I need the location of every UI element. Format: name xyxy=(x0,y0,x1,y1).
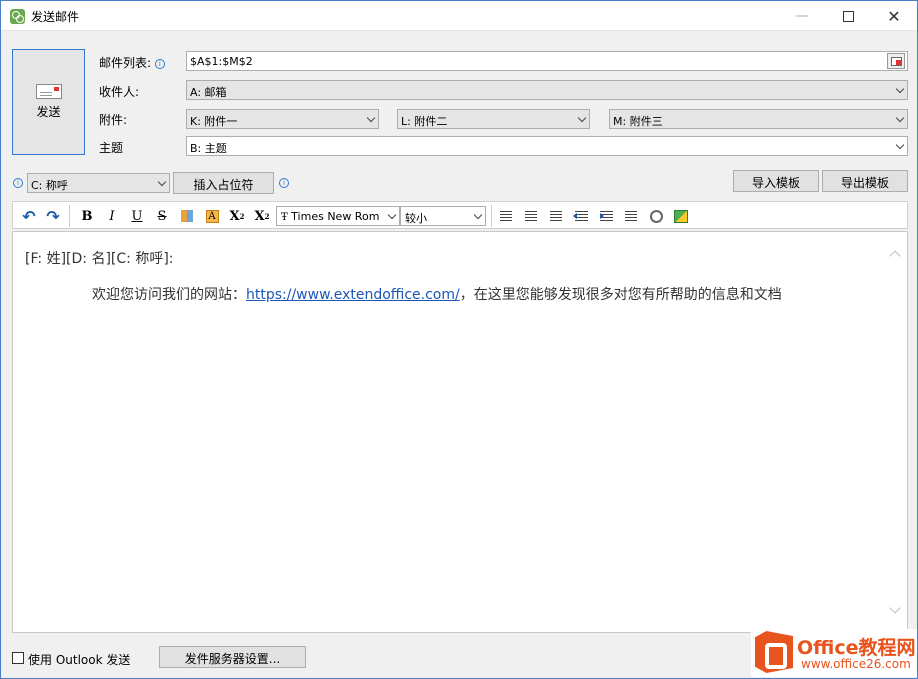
superscript-button[interactable]: X2 xyxy=(227,206,247,226)
recipient-value: A: 邮箱 xyxy=(190,86,227,99)
image-icon xyxy=(674,209,688,223)
font-name-value: Times New Rom xyxy=(291,210,380,223)
scroll-up-icon[interactable] xyxy=(889,250,901,262)
font-color-button[interactable]: A xyxy=(202,206,222,226)
greeting-line: [F: 姓][D: 名][C: 称呼]: xyxy=(25,251,174,267)
superscript-letter: X xyxy=(229,208,240,224)
use-outlook-label: 使用 Outlook 发送 xyxy=(28,653,131,667)
chevron-down-icon xyxy=(895,113,905,123)
minimize-icon[interactable]: — xyxy=(779,1,825,31)
mail-list-label: 邮件列表: i xyxy=(99,54,165,71)
maximize-icon[interactable] xyxy=(825,1,871,31)
website-link[interactable]: https://www.extendoffice.com/ xyxy=(246,287,460,303)
align-left-button[interactable] xyxy=(496,206,516,226)
italic-button[interactable]: I xyxy=(102,206,122,226)
import-template-button[interactable]: 导入模板 xyxy=(733,170,819,192)
line-spacing-icon xyxy=(625,211,637,221)
align-right-button[interactable] xyxy=(546,206,566,226)
outdent-icon xyxy=(572,211,588,221)
watermark: Office教程网 www.office26.com xyxy=(751,629,917,677)
undo-icon[interactable]: ↶ xyxy=(19,206,39,226)
mail-list-value: $A$1:$M$2 xyxy=(190,55,253,68)
body-line: 欢迎您访问我们的网站：https://www.extendoffice.com/… xyxy=(92,284,782,304)
align-center-icon xyxy=(525,211,537,221)
subscript-button[interactable]: X2 xyxy=(252,206,272,226)
body-text-prefix: 欢迎您访问我们的网站： xyxy=(92,287,246,303)
align-right-icon xyxy=(550,211,562,221)
font-size-dropdown[interactable]: 较小 xyxy=(400,206,486,226)
bold-button[interactable]: B xyxy=(77,206,97,226)
send-button-label: 发送 xyxy=(36,105,61,119)
send-button[interactable]: 发送 xyxy=(12,49,85,155)
attachment-value-3: M: 附件三 xyxy=(613,115,663,128)
indent-icon xyxy=(599,211,613,221)
attachment-dropdown-3[interactable]: M: 附件三 xyxy=(609,109,908,129)
export-template-button[interactable]: 导出模板 xyxy=(822,170,908,192)
subscript-mark: 2 xyxy=(264,211,270,221)
font-size-value: 较小 xyxy=(405,212,427,225)
font-icon: Ŧ xyxy=(281,212,288,223)
indent-button[interactable] xyxy=(596,206,616,226)
app-icon xyxy=(10,9,25,24)
link-icon xyxy=(649,209,663,223)
chevron-down-icon xyxy=(895,140,905,150)
subject-label: 主题 xyxy=(99,141,124,155)
subject-dropdown[interactable]: B: 主题 xyxy=(186,136,908,156)
watermark-title: Office教程网 xyxy=(797,637,916,659)
chevron-down-icon xyxy=(473,210,483,220)
info-icon[interactable]: i xyxy=(154,59,165,69)
superscript-mark: 2 xyxy=(239,211,245,221)
window-title: 发送邮件 xyxy=(31,10,80,24)
chevron-down-icon xyxy=(577,113,587,123)
mail-list-label-text: 邮件列表: xyxy=(99,56,152,70)
attachment-value-1: K: 附件一 xyxy=(190,115,238,128)
use-outlook-checkbox[interactable] xyxy=(12,652,24,664)
attachment-dropdown-2[interactable]: L: 附件二 xyxy=(397,109,590,129)
info-icon[interactable]: i xyxy=(13,178,23,188)
align-left-icon xyxy=(500,211,512,221)
color-palette-icon xyxy=(181,210,193,222)
chevron-down-icon xyxy=(895,84,905,94)
insert-placeholder-button[interactable]: 插入占位符 xyxy=(173,172,274,194)
insert-link-button[interactable] xyxy=(646,206,666,226)
subscript-letter: X xyxy=(254,208,265,224)
attachment-value-2: L: 附件二 xyxy=(401,115,448,128)
editor-toolbar: ↶ ↷ B I U S A X2 X2 Ŧ Times New Rom 较小 xyxy=(12,201,908,229)
server-settings-button[interactable]: 发件服务器设置... xyxy=(159,646,306,668)
strikethrough-button[interactable]: S xyxy=(152,206,172,226)
attachment-label: 附件: xyxy=(99,113,128,127)
office-logo-icon xyxy=(755,631,793,673)
scroll-down-icon[interactable] xyxy=(889,602,901,614)
insert-image-button[interactable] xyxy=(671,206,691,226)
mail-list-field[interactable]: $A$1:$M$2 xyxy=(186,51,908,71)
outdent-button[interactable] xyxy=(571,206,591,226)
watermark-url: www.office26.com xyxy=(801,657,911,671)
chevron-down-icon xyxy=(366,113,376,123)
align-center-button[interactable] xyxy=(521,206,541,226)
close-icon[interactable]: ✕ xyxy=(871,1,917,31)
attachment-dropdown-1[interactable]: K: 附件一 xyxy=(186,109,379,129)
toolbar-divider xyxy=(491,205,492,227)
recipient-label: 收件人: xyxy=(99,85,140,99)
background-color-button[interactable] xyxy=(177,206,197,226)
title-bar: 发送邮件 — ✕ xyxy=(1,1,917,31)
redo-icon[interactable]: ↷ xyxy=(43,206,63,226)
message-editor[interactable]: [F: 姓][D: 名][C: 称呼]: 欢迎您访问我们的网站：https://… xyxy=(12,231,908,633)
envelope-icon xyxy=(35,84,62,99)
body-text-suffix: ，在这里您能够发现很多对您有所帮助的信息和文档 xyxy=(459,287,782,303)
placeholder-value: C: 称呼 xyxy=(31,179,68,192)
font-color-icon: A xyxy=(205,209,219,223)
send-mail-window: 发送邮件 — ✕ 发送 邮件列表: i $A$1:$M$2 收件人: A: 邮箱… xyxy=(0,0,918,679)
placeholder-dropdown[interactable]: C: 称呼 xyxy=(27,173,170,193)
font-name-dropdown[interactable]: Ŧ Times New Rom xyxy=(276,206,400,226)
subject-value: B: 主题 xyxy=(190,142,227,155)
range-select-icon[interactable] xyxy=(887,53,905,69)
chevron-down-icon xyxy=(387,210,397,220)
toolbar-divider xyxy=(69,205,70,227)
info-icon[interactable]: i xyxy=(279,178,289,188)
recipient-dropdown[interactable]: A: 邮箱 xyxy=(186,80,908,100)
underline-button[interactable]: U xyxy=(127,206,147,226)
chevron-down-icon xyxy=(157,177,167,187)
line-spacing-button[interactable] xyxy=(621,206,641,226)
